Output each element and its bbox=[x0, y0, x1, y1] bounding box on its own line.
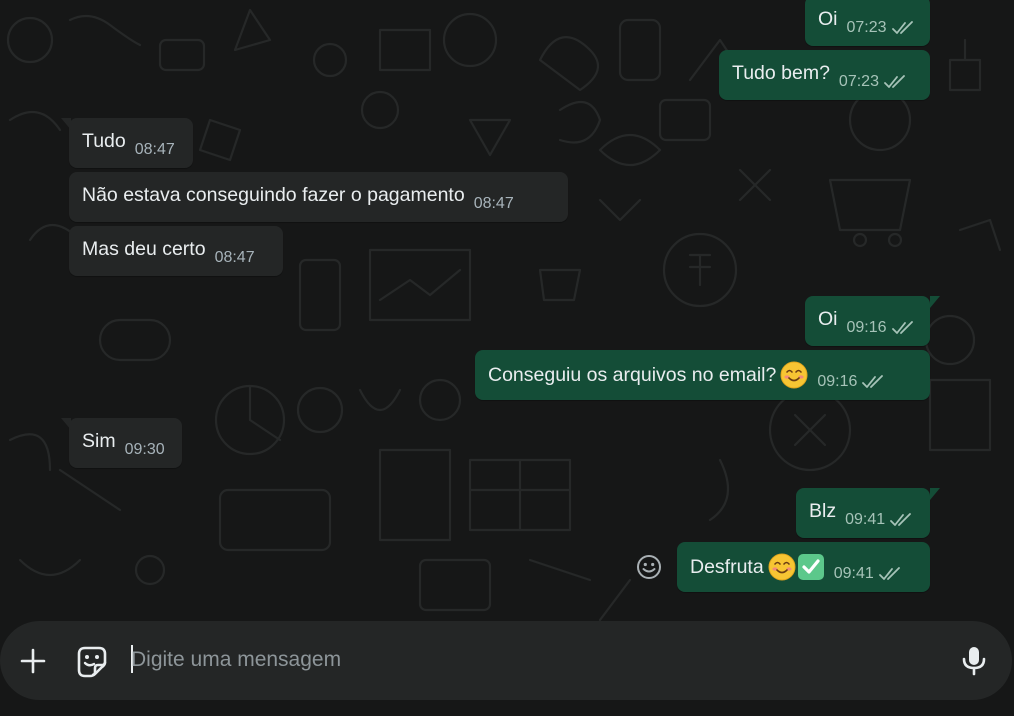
message-text: Conseguiu os arquivos no email? bbox=[488, 364, 777, 386]
composer-bar bbox=[0, 621, 1012, 700]
chat-window: Oi 07:23 Tudo bem? 07:23 Tudo 08:47 Não … bbox=[0, 0, 1014, 716]
message-text-row: Conseguiu os arquivos no email? bbox=[488, 350, 808, 389]
incoming-message[interactable]: Sim 09:30 bbox=[69, 418, 182, 468]
message-meta: 09:41 bbox=[834, 542, 902, 583]
smiling-face-emoji bbox=[768, 553, 796, 581]
message-time: 08:47 bbox=[214, 249, 255, 266]
sticker-button[interactable] bbox=[72, 641, 112, 681]
bubble-tail bbox=[930, 488, 940, 500]
microphone-icon bbox=[962, 647, 986, 676]
message-text: Tudo bbox=[82, 130, 126, 152]
incoming-message[interactable]: Não estava conseguindo fazer o pagamento… bbox=[69, 172, 568, 222]
message-text: Oi bbox=[818, 8, 838, 30]
message-time: 09:41 bbox=[845, 511, 886, 528]
message-time: 09:16 bbox=[817, 373, 858, 390]
incoming-message[interactable]: Tudo 08:47 bbox=[69, 118, 193, 168]
double-check-icon bbox=[862, 375, 884, 388]
incoming-message[interactable]: Mas deu certo 08:47 bbox=[69, 226, 283, 276]
message-meta: 09:16 bbox=[817, 350, 885, 391]
message-meta: 09:41 bbox=[845, 488, 913, 529]
outgoing-message[interactable]: Blz 09:41 bbox=[796, 488, 930, 538]
double-check-icon bbox=[891, 21, 913, 34]
message-text: Desfruta bbox=[690, 556, 764, 578]
message-time: 09:30 bbox=[124, 441, 165, 458]
bubble-tail bbox=[61, 118, 71, 130]
outgoing-message[interactable]: Tudo bem? 07:23 bbox=[719, 50, 930, 100]
smiling-face-emoji bbox=[780, 361, 808, 389]
message-time: 07:23 bbox=[846, 19, 887, 36]
outgoing-message[interactable]: Desfruta 09:41 bbox=[677, 542, 930, 592]
plus-icon bbox=[20, 648, 46, 674]
double-check-icon bbox=[891, 321, 913, 334]
outgoing-message[interactable]: Conseguiu os arquivos no email? 09:16 bbox=[475, 350, 930, 400]
message-time: 09:16 bbox=[846, 319, 887, 336]
message-time: 07:23 bbox=[838, 73, 879, 90]
sticker-icon bbox=[77, 646, 107, 678]
double-check-icon bbox=[884, 75, 905, 88]
message-meta: 08:47 bbox=[474, 172, 514, 213]
message-meta: 08:47 bbox=[215, 226, 255, 267]
message-text: Não estava conseguindo fazer o pagamento bbox=[82, 184, 465, 206]
emoji-reaction-icon bbox=[637, 555, 661, 579]
message-time: 08:47 bbox=[473, 195, 514, 212]
message-composer bbox=[0, 621, 1014, 716]
double-check-icon bbox=[878, 567, 900, 580]
voice-message-button[interactable] bbox=[954, 641, 994, 681]
attach-button[interactable] bbox=[13, 641, 53, 681]
message-meta: 09:16 bbox=[847, 296, 915, 337]
double-check-icon bbox=[890, 513, 912, 526]
bubble-tail bbox=[930, 296, 940, 308]
message-input[interactable] bbox=[131, 643, 931, 677]
message-text: Tudo bem? bbox=[732, 62, 830, 84]
message-time: 09:41 bbox=[833, 565, 874, 582]
outgoing-message[interactable]: Oi 07:23 bbox=[805, 0, 930, 46]
message-meta: 07:23 bbox=[839, 50, 907, 91]
message-text: Oi bbox=[818, 308, 838, 330]
outgoing-message[interactable]: Oi 09:16 bbox=[805, 296, 930, 346]
message-meta: 08:47 bbox=[135, 118, 175, 159]
message-meta: 07:23 bbox=[847, 0, 915, 37]
emoji-reaction-button[interactable] bbox=[634, 552, 664, 582]
bubble-tail bbox=[61, 418, 71, 430]
message-meta: 09:30 bbox=[125, 418, 165, 459]
message-text: Mas deu certo bbox=[82, 238, 206, 260]
message-text-row: Desfruta bbox=[690, 542, 825, 581]
message-text: Sim bbox=[82, 430, 116, 452]
message-time: 08:47 bbox=[134, 141, 175, 158]
check-mark-button-emoji bbox=[797, 554, 824, 580]
message-text: Blz bbox=[809, 500, 837, 522]
